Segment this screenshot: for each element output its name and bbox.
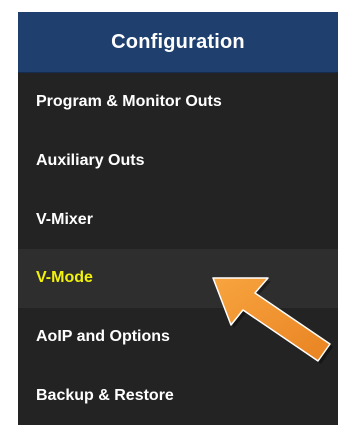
sidebar-menu: Program & Monitor Outs Auxiliary Outs V-…	[18, 73, 338, 425]
sidebar-item-v-mixer[interactable]: V-Mixer	[18, 190, 338, 249]
sidebar-item-program-monitor-outs[interactable]: Program & Monitor Outs	[18, 73, 338, 132]
configuration-sidebar: Configuration Program & Monitor Outs Aux…	[18, 12, 338, 425]
sidebar-item-auxiliary-outs[interactable]: Auxiliary Outs	[18, 132, 338, 191]
sidebar-item-backup-restore[interactable]: Backup & Restore	[18, 366, 338, 425]
sidebar-item-label: Auxiliary Outs	[36, 152, 145, 170]
sidebar-item-label: Program & Monitor Outs	[36, 93, 222, 111]
sidebar-item-label: V-Mode	[36, 269, 93, 287]
sidebar-item-label: V-Mixer	[36, 210, 93, 228]
sidebar-title: Configuration	[111, 30, 245, 53]
sidebar-header: Configuration	[18, 12, 338, 73]
sidebar-item-label: Backup & Restore	[36, 386, 174, 404]
sidebar-item-v-mode[interactable]: V-Mode	[18, 249, 338, 308]
sidebar-item-label: AoIP and Options	[36, 328, 170, 346]
sidebar-item-aoip-options[interactable]: AoIP and Options	[18, 308, 338, 367]
